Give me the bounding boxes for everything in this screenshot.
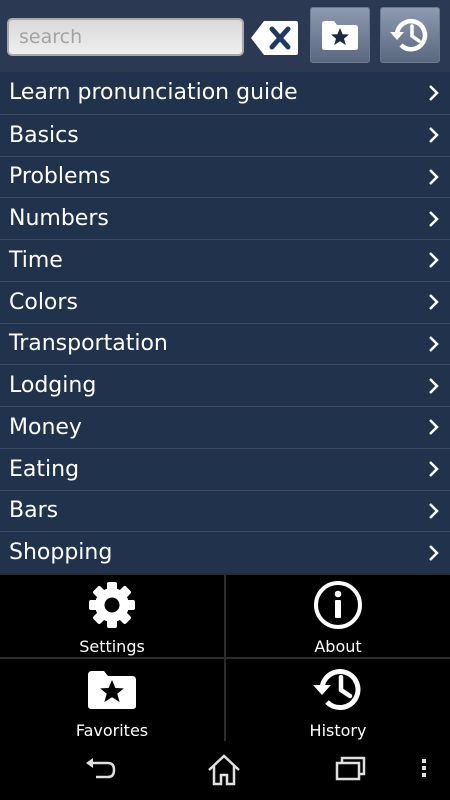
- list-item-label: Money: [9, 414, 82, 440]
- settings-button[interactable]: Settings: [0, 575, 224, 658]
- home-button[interactable]: [206, 753, 242, 791]
- chevron-right-icon: [429, 294, 439, 311]
- chevron-right-icon: [429, 210, 439, 227]
- history-clock-icon: [313, 669, 361, 711]
- list-item-shopping[interactable]: Shopping: [0, 531, 450, 573]
- list-item-label: Problems: [9, 164, 111, 190]
- favorites-toolbar-button[interactable]: [310, 7, 370, 63]
- chevron-right-icon: [429, 461, 439, 478]
- category-list: Learn pronunciation guide Basics Problem…: [0, 72, 450, 573]
- system-navigation-bar: [0, 741, 450, 800]
- favorites-label: Favorites: [75, 721, 149, 740]
- chevron-right-icon: [429, 84, 439, 101]
- history-button[interactable]: History: [226, 659, 450, 742]
- back-icon: [86, 758, 116, 779]
- list-item-colors[interactable]: Colors: [0, 280, 450, 323]
- back-button[interactable]: [84, 753, 118, 787]
- about-label: About: [314, 637, 362, 656]
- settings-label: Settings: [79, 637, 145, 656]
- list-item-basics[interactable]: Basics: [0, 113, 450, 156]
- star-folder-icon: [322, 21, 358, 50]
- history-clock-icon: [390, 18, 428, 52]
- chevron-right-icon: [429, 335, 439, 352]
- chevron-right-icon: [429, 544, 439, 561]
- chevron-right-icon: [429, 127, 439, 144]
- chevron-right-icon: [429, 419, 439, 436]
- search-input[interactable]: [7, 18, 244, 56]
- recent-apps-icon: [335, 756, 366, 781]
- overflow-menu-icon: [422, 759, 426, 777]
- chevron-right-icon: [429, 168, 439, 185]
- gear-icon: [89, 582, 135, 628]
- about-button[interactable]: About: [226, 575, 450, 658]
- list-item-label: Bars: [9, 498, 59, 524]
- list-item-eating[interactable]: Eating: [0, 447, 450, 490]
- list-item-time[interactable]: Time: [0, 239, 450, 281]
- recent-apps-button[interactable]: [334, 753, 368, 787]
- list-item-label: Lodging: [9, 373, 97, 399]
- overflow-menu-button[interactable]: [418, 753, 430, 787]
- home-icon: [208, 754, 240, 786]
- list-item-label: Colors: [9, 289, 78, 315]
- backspace-x-icon: [251, 21, 298, 55]
- list-item-label: Shopping: [9, 540, 113, 566]
- info-icon: [314, 581, 362, 629]
- bottom-menu-grid: Settings About Favorites History: [0, 573, 450, 741]
- star-folder-icon: [88, 671, 136, 709]
- history-label: History: [309, 721, 367, 740]
- list-item-label: Transportation: [9, 331, 168, 357]
- list-item-learn-pronunciation-guide[interactable]: Learn pronunciation guide: [0, 72, 450, 114]
- chevron-right-icon: [429, 252, 439, 269]
- clear-search-button[interactable]: [250, 19, 300, 57]
- list-item-bars[interactable]: Bars: [0, 489, 450, 532]
- list-item-transportation[interactable]: Transportation: [0, 322, 450, 365]
- list-item-problems[interactable]: Problems: [0, 155, 450, 198]
- top-toolbar: [0, 0, 450, 72]
- list-item-numbers[interactable]: Numbers: [0, 197, 450, 239]
- favorites-button[interactable]: Favorites: [0, 659, 224, 742]
- list-item-label: Time: [9, 247, 63, 273]
- chevron-right-icon: [429, 377, 439, 394]
- list-item-label: Eating: [9, 456, 80, 482]
- list-item-lodging[interactable]: Lodging: [0, 364, 450, 406]
- history-toolbar-button[interactable]: [380, 7, 440, 63]
- list-item-label: Learn pronunciation guide: [9, 80, 298, 106]
- list-item-money[interactable]: Money: [0, 406, 450, 448]
- list-item-label: Numbers: [9, 206, 109, 232]
- list-item-label: Basics: [9, 122, 79, 148]
- chevron-right-icon: [429, 502, 439, 519]
